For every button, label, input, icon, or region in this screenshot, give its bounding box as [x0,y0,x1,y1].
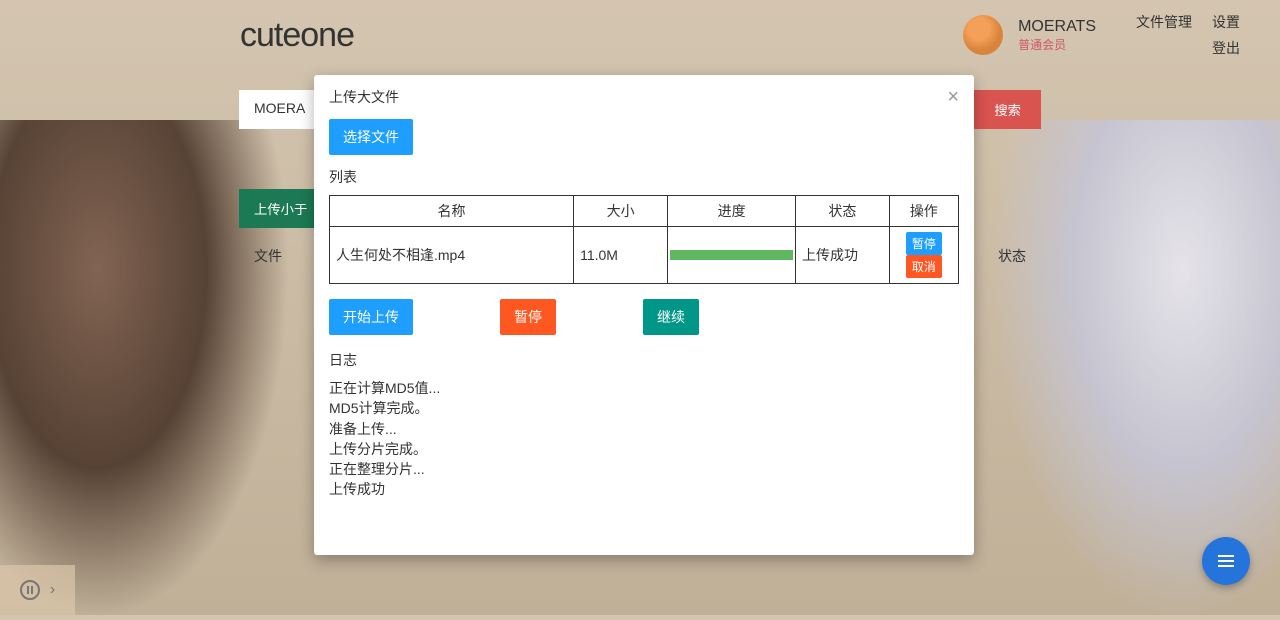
row-pause-button[interactable]: 暂停 [906,232,942,255]
row-cancel-button[interactable]: 取消 [906,255,942,278]
cell-action: 暂停 取消 [889,227,958,284]
menu-icon [1218,555,1234,567]
start-upload-button[interactable]: 开始上传 [329,299,413,335]
th-status: 状态 [796,196,890,227]
th-progress: 进度 [668,196,796,227]
select-file-button[interactable]: 选择文件 [329,119,413,155]
cell-size: 11.0M [574,227,668,284]
log-label: 日志 [329,350,959,370]
menu-fab[interactable] [1202,537,1250,585]
next-icon[interactable]: › [50,581,55,599]
log-output: 正在计算MD5值... MD5计算完成。 准备上传... 上传分片完成。 正在整… [329,378,959,500]
th-action: 操作 [889,196,958,227]
cell-name: 人生何处不相逢.mp4 [330,227,574,284]
audio-controls: › [0,565,75,615]
upload-modal: 上传大文件 × 选择文件 列表 名称 大小 进度 状态 操作 人生何处不相逢.m… [314,75,974,555]
th-size: 大小 [574,196,668,227]
cell-progress [668,227,796,284]
th-name: 名称 [330,196,574,227]
resume-button[interactable]: 继续 [643,299,699,335]
progress-bar [670,250,793,260]
modal-title: 上传大文件 [329,87,399,107]
pause-button[interactable]: 暂停 [500,299,556,335]
pause-icon[interactable] [20,580,40,600]
table-row: 人生何处不相逢.mp4 11.0M 上传成功 暂停 取消 [330,227,959,284]
cell-status: 上传成功 [796,227,890,284]
close-icon[interactable]: × [947,87,959,107]
list-label: 列表 [329,167,959,187]
